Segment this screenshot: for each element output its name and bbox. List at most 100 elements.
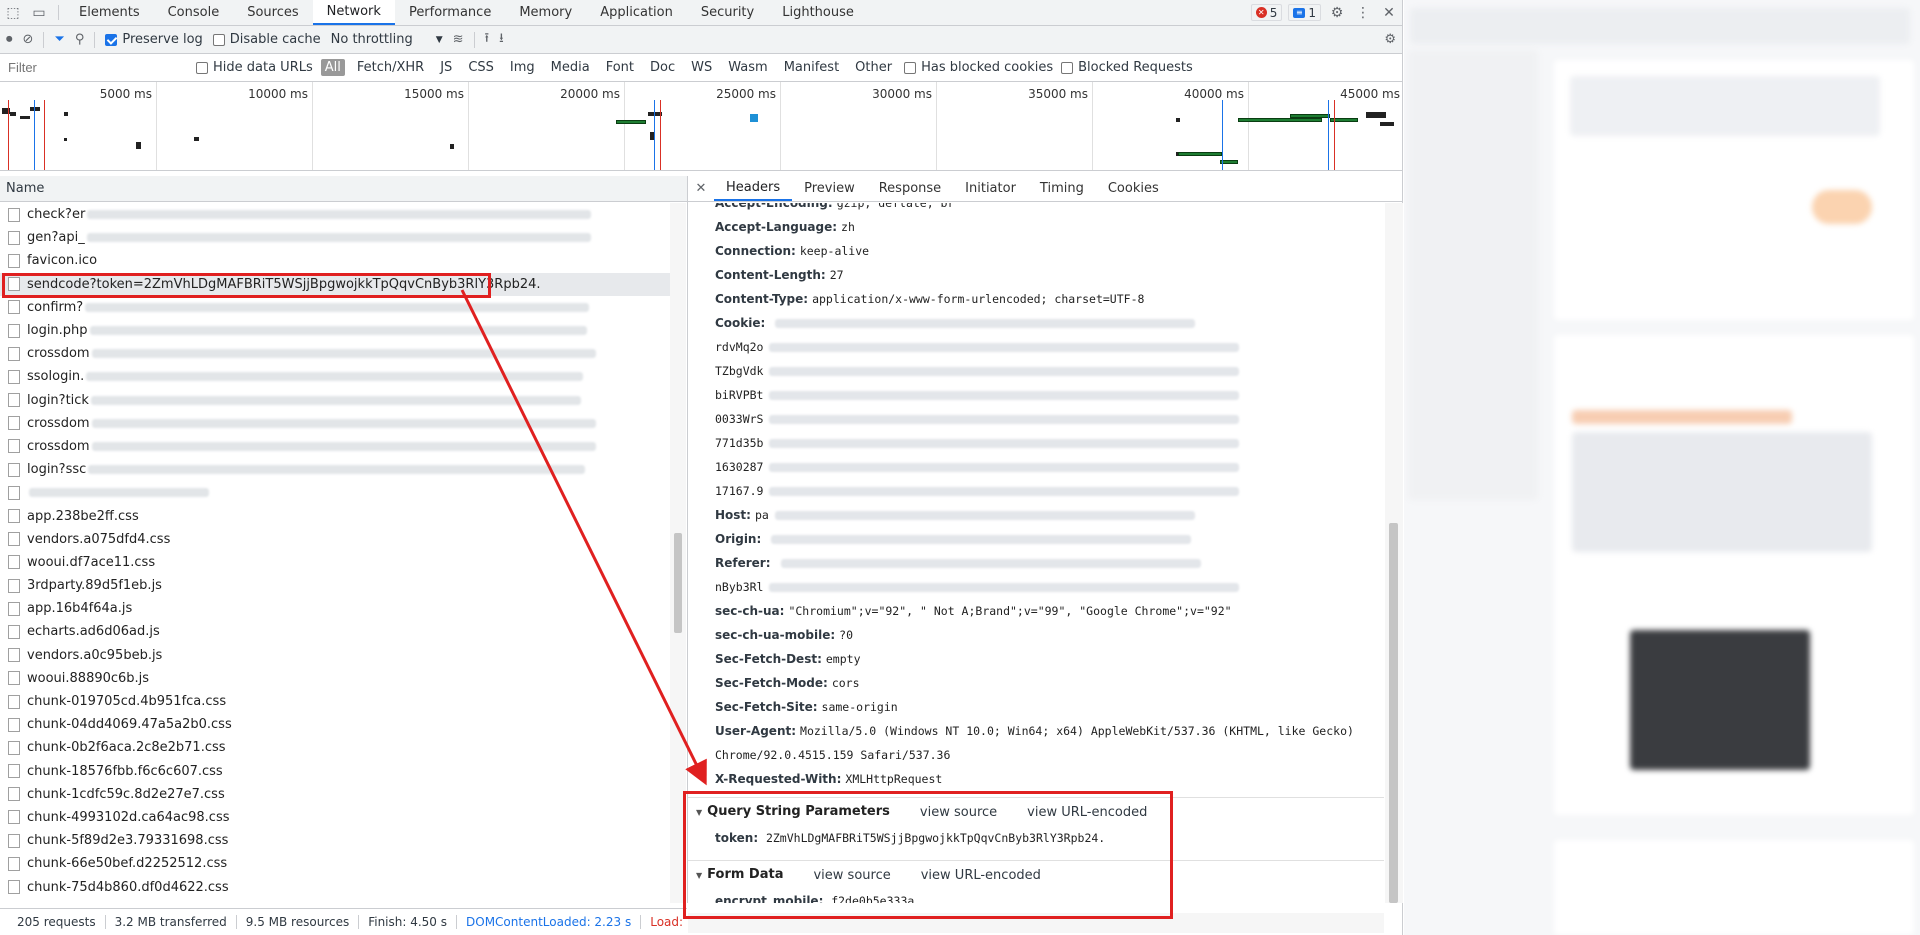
request-row[interactable]: vendors.a0c95beb.js [0, 644, 670, 667]
request-row[interactable]: login?tick [0, 389, 670, 412]
scrollbar-thumb[interactable] [674, 533, 682, 633]
view-url-encoded-link[interactable]: view URL-encoded [921, 862, 1041, 889]
settings-gear-icon[interactable]: ⚙ [1324, 0, 1350, 25]
export-har-icon[interactable]: ⭳ [499, 29, 504, 51]
filter-input[interactable] [4, 57, 188, 78]
filter-type-css[interactable]: CSS [464, 59, 498, 76]
request-row[interactable] [0, 481, 670, 504]
clear-icon[interactable]: ⊘ [23, 32, 34, 47]
close-devtools-icon[interactable]: ✕ [1376, 0, 1402, 25]
filter-type-js[interactable]: JS [436, 59, 456, 76]
request-row[interactable]: check?er [0, 203, 670, 226]
throttling-select[interactable]: No throttling ▼ [331, 32, 443, 47]
hide-data-urls-checkbox[interactable]: Hide data URLs [196, 60, 313, 75]
filter-type-media[interactable]: Media [547, 59, 594, 76]
network-overview-timeline[interactable]: 5000 ms 10000 ms 15000 ms 20000 ms 25000… [0, 82, 1402, 171]
filter-type-all[interactable]: All [320, 59, 345, 76]
request-row[interactable]: wooui.88890c6b.js [0, 667, 670, 690]
form-section-title[interactable]: Form Data [696, 861, 783, 889]
detail-scrollbar[interactable] [1385, 203, 1403, 903]
form-data-section[interactable]: Form Data view source view URL-encoded [688, 860, 1384, 889]
more-options-icon[interactable]: ⋮ [1350, 0, 1376, 25]
tab-elements[interactable]: Elements [65, 0, 154, 25]
request-row[interactable]: login.php [0, 319, 670, 342]
query-string-section[interactable]: Query String Parameters view source view… [688, 797, 1384, 826]
import-har-icon[interactable]: ⭱ [485, 29, 490, 51]
preserve-log-checkbox[interactable]: Preserve log [105, 32, 203, 47]
search-icon[interactable]: ⚲ [75, 32, 85, 47]
request-row[interactable]: chunk-04dd4069.47a5a2b0.css [0, 713, 670, 736]
view-source-link[interactable]: view source [920, 799, 997, 826]
request-row[interactable]: crossdom [0, 342, 670, 365]
blocked-requests-checkbox[interactable]: Blocked Requests [1061, 60, 1193, 75]
has-blocked-cookies-checkbox[interactable]: Has blocked cookies [904, 60, 1053, 75]
close-detail-icon[interactable]: ✕ [688, 176, 714, 201]
network-status-bar: 205 requests 3.2 MB transferred 9.5 MB r… [0, 908, 687, 935]
query-section-title[interactable]: Query String Parameters [696, 798, 890, 826]
filter-type-other[interactable]: Other [851, 59, 896, 76]
request-row[interactable]: chunk-019705cd.4b951fca.css [0, 690, 670, 713]
error-counter[interactable]: ✕ 5 [1250, 4, 1283, 21]
tab-preview[interactable]: Preview [792, 176, 867, 201]
filter-type-wasm[interactable]: Wasm [724, 59, 771, 76]
network-conditions-icon[interactable]: ≋ [453, 32, 464, 47]
request-row[interactable]: login?ssc [0, 458, 670, 481]
resources-size: 9.5 MB resources [237, 915, 360, 929]
request-row[interactable]: crossdom [0, 412, 670, 435]
tab-timing[interactable]: Timing [1028, 176, 1096, 201]
request-row[interactable]: chunk-4993102d.ca64ac98.css [0, 806, 670, 829]
request-row[interactable]: crossdom [0, 435, 670, 458]
tab-memory[interactable]: Memory [505, 0, 586, 25]
disable-cache-checkbox[interactable]: Disable cache [212, 32, 321, 47]
tab-console[interactable]: Console [154, 0, 234, 25]
tab-application[interactable]: Application [586, 0, 687, 25]
tab-performance[interactable]: Performance [395, 0, 505, 25]
scrollbar-thumb[interactable] [1389, 523, 1398, 903]
request-row[interactable]: app.16b4f64a.js [0, 597, 670, 620]
device-toolbar-icon[interactable]: ▭ [26, 0, 52, 25]
tab-network[interactable]: Network [312, 0, 395, 25]
filter-type-doc[interactable]: Doc [646, 59, 679, 76]
inspect-element-icon[interactable]: ⬚ [0, 0, 26, 25]
filter-type-fetch-xhr[interactable]: Fetch/XHR [353, 59, 428, 76]
request-mark [1176, 118, 1180, 122]
record-icon[interactable]: ⏺ [6, 32, 13, 47]
view-source-link[interactable]: view source [813, 862, 890, 889]
timeline-tick: 25000 ms [716, 87, 776, 101]
request-row[interactable]: wooui.df7ace11.css [0, 551, 670, 574]
network-settings-gear-icon[interactable]: ⚙ [1384, 32, 1396, 47]
tab-sources[interactable]: Sources [233, 0, 312, 25]
request-row[interactable]: ssologin. [0, 365, 670, 388]
filter-type-img[interactable]: Img [506, 59, 539, 76]
message-counter[interactable]: ≡ 1 [1288, 4, 1321, 21]
tab-security[interactable]: Security [687, 0, 768, 25]
tab-headers[interactable]: Headers [714, 176, 793, 201]
tab-initiator[interactable]: Initiator [953, 176, 1028, 201]
request-row[interactable]: echarts.ad6d06ad.js [0, 620, 670, 643]
view-url-encoded-link[interactable]: view URL-encoded [1027, 799, 1147, 826]
filter-type-ws[interactable]: WS [687, 59, 716, 76]
request-row[interactable]: chunk-75d4b860.df0d4622.css [0, 875, 670, 898]
request-row[interactable]: vendors.a075dfd4.css [0, 528, 670, 551]
tab-response[interactable]: Response [867, 176, 953, 201]
request-row[interactable]: gen?api_ [0, 226, 670, 249]
request-row[interactable]: sendcode?token=2ZmVhLDgMAFBRiT5WSjjBpgwo… [0, 272, 670, 296]
request-list-scrollbar[interactable] [670, 203, 686, 903]
request-row[interactable]: chunk-1cdfc59c.8d2e27e7.css [0, 783, 670, 806]
request-row[interactable]: confirm? [0, 296, 670, 319]
filter-type-manifest[interactable]: Manifest [780, 59, 843, 76]
header-name: sec-ch-ua: [715, 604, 785, 618]
filter-type-font[interactable]: Font [602, 59, 638, 76]
filter-icon[interactable]: ⏷ [54, 32, 64, 47]
detail-horizontal-scrollbar[interactable] [688, 913, 1384, 933]
requests-column-header[interactable]: Name [0, 176, 687, 202]
request-row[interactable]: app.238be2ff.css [0, 504, 670, 527]
request-row[interactable]: chunk-5f89d2e3.79331698.css [0, 829, 670, 852]
request-row[interactable]: 3rdparty.89d5f1eb.js [0, 574, 670, 597]
request-row[interactable]: chunk-18576fbb.f6c6c607.css [0, 760, 670, 783]
request-row[interactable]: chunk-66e50bef.d2252512.css [0, 852, 670, 875]
tab-cookies[interactable]: Cookies [1096, 176, 1171, 201]
request-row[interactable]: favicon.ico [0, 249, 670, 272]
tab-lighthouse[interactable]: Lighthouse [768, 0, 868, 25]
request-row[interactable]: chunk-0b2f6aca.2c8e2b71.css [0, 736, 670, 759]
